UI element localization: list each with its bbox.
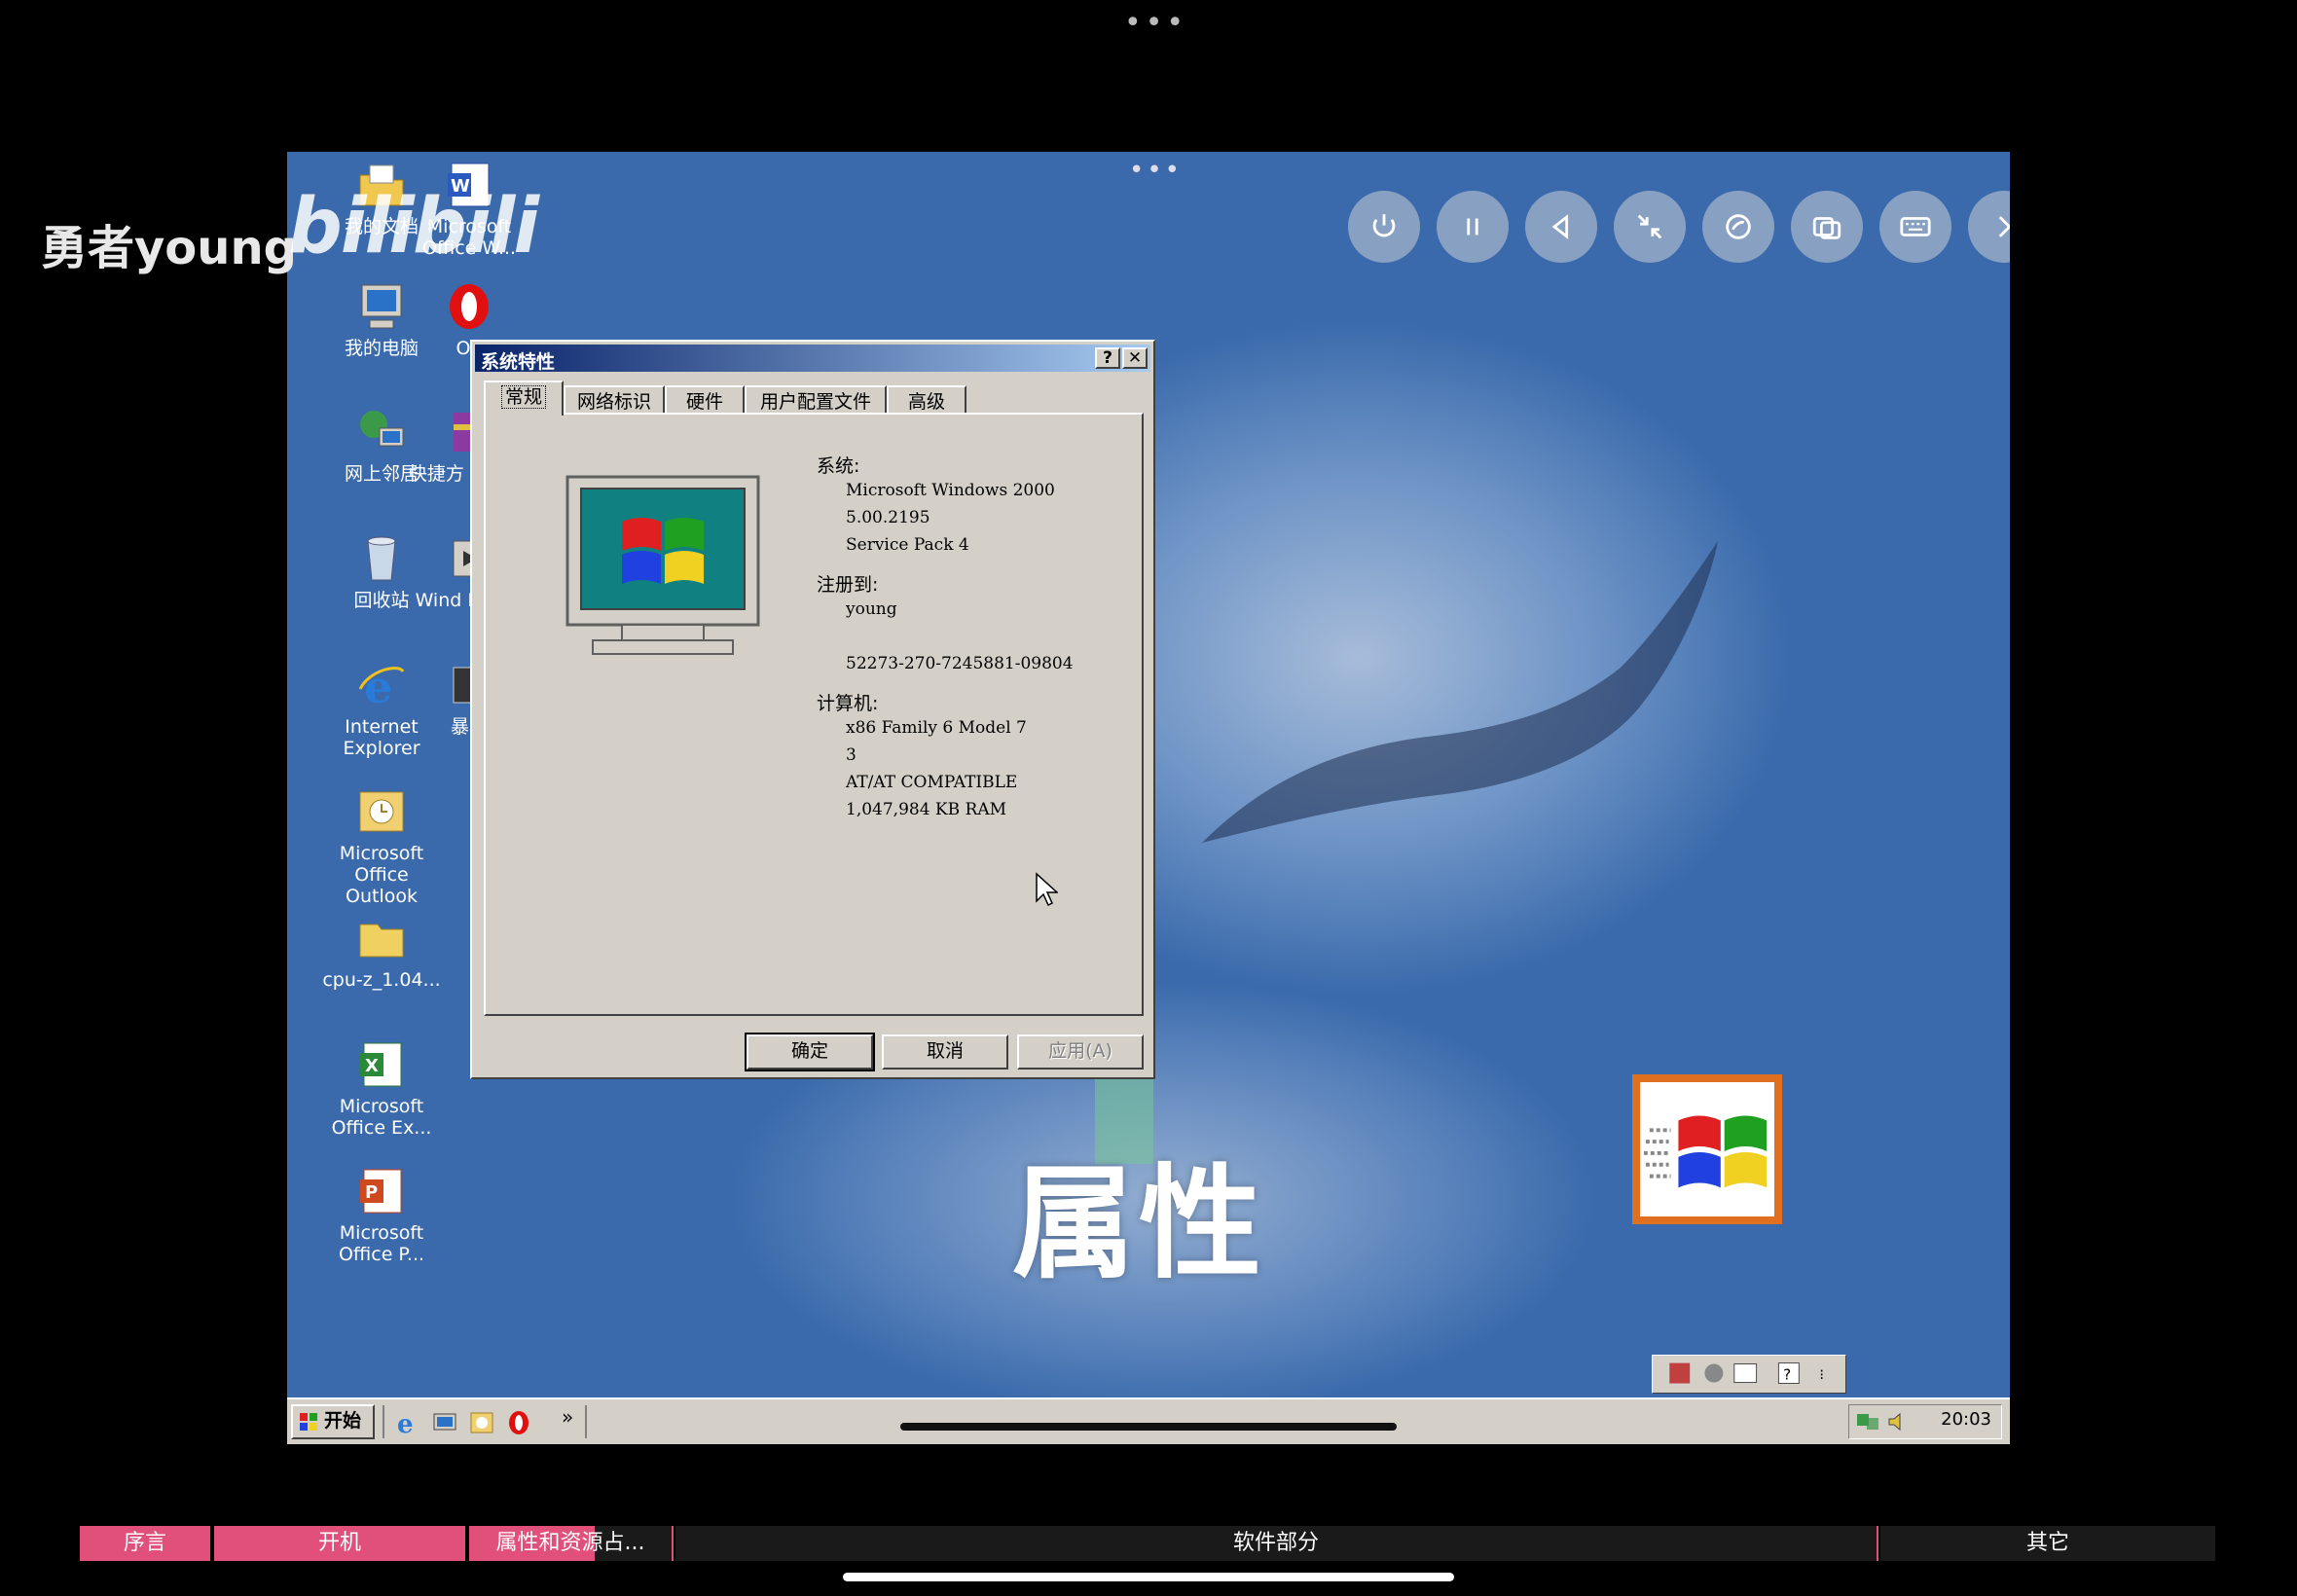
machine-type: AT/AT COMPATIBLE (846, 773, 1018, 792)
tab-general[interactable]: 常规 (484, 381, 564, 416)
minimize-icon (1637, 214, 1662, 239)
mouse-cursor-icon (1036, 872, 1058, 907)
chapter-properties[interactable]: 属性和资源占... (469, 1526, 674, 1561)
outlook-icon (356, 786, 407, 837)
system-tray: 20:03 (1848, 1404, 2002, 1439)
pause-icon (1467, 218, 1478, 236)
product-id: 52273-270-7245881-09804 (846, 654, 1074, 673)
tab-hardware[interactable]: 硬件 (665, 385, 745, 415)
vm-screen[interactable]: ••• 我的文档 我的电脑 网上邻居 回收站 e Internet Explor… (287, 152, 2010, 1444)
chapter-boot[interactable]: 开机 (214, 1526, 467, 1561)
taskbar: 开始 e » 20:03 (287, 1397, 2010, 1444)
next-button[interactable] (1968, 191, 2010, 263)
system-service-pack: Service Pack 4 (846, 535, 969, 555)
system-os: Microsoft Windows 2000 (846, 481, 1055, 500)
taskbar-divider (585, 1405, 587, 1438)
bilibili-logo: bilibili (288, 183, 539, 271)
quick-launch-more-button[interactable]: » (562, 1405, 573, 1429)
tab-user-profiles[interactable]: 用户配置文件 (745, 385, 887, 415)
ie-icon[interactable]: e (394, 1409, 421, 1436)
language-bar-icon: ? ⁝ (1669, 1362, 1824, 1384)
cancel-button[interactable]: 取消 (882, 1034, 1008, 1070)
wallpaper-diver (1202, 541, 1718, 843)
system-version: 5.00.2195 (846, 508, 930, 527)
memory-size: 1,047,984 KB RAM (846, 800, 1007, 819)
back-button[interactable] (1525, 191, 1597, 263)
tab-advanced[interactable]: 高级 (887, 385, 966, 415)
show-desktop-icon[interactable] (431, 1409, 458, 1436)
keyboard-button[interactable] (1879, 191, 1951, 263)
svg-text:X: X (365, 1056, 379, 1076)
registered-user: young (846, 599, 897, 619)
dialog-title: 系统特性 (481, 351, 556, 373)
keyboard-icon (1900, 217, 1931, 236)
help-button[interactable]: ? (1095, 347, 1120, 369)
disc-button[interactable] (1702, 191, 1774, 263)
desktop-icon-powerpoint[interactable]: P Microsoft Office P... (318, 1166, 445, 1265)
more-dots-icon[interactable]: ••• (1124, 9, 1187, 38)
outlook-icon[interactable] (468, 1409, 495, 1436)
computer-icon (356, 281, 407, 332)
chapter-other[interactable]: 其它 (1880, 1526, 2215, 1561)
ok-button[interactable]: 确定 (745, 1033, 875, 1071)
vm-menu-dots-icon[interactable]: ••• (1129, 156, 1183, 185)
opera-icon (444, 281, 494, 332)
folder-icon (356, 913, 407, 963)
chapter-intro[interactable]: 序言 (80, 1526, 212, 1561)
cpu-family: x86 Family 6 Model 7 (846, 718, 1027, 738)
powerpoint-icon: P (356, 1166, 407, 1216)
cpu-stepping: 3 (846, 745, 857, 765)
recycle-bin-icon (356, 533, 407, 584)
svg-text:⁝: ⁝ (1819, 1366, 1824, 1384)
chapter-software[interactable]: 软件部分 (675, 1526, 1878, 1561)
windows-flag-icon (300, 1413, 317, 1431)
desktop-icon-cpuz-folder[interactable]: cpu-z_1.04... (318, 913, 445, 991)
taskbar-divider (383, 1405, 384, 1438)
windows-logo-icon (1632, 1074, 1782, 1224)
apply-button[interactable]: 应用(A) (1017, 1034, 1144, 1070)
volume-icon[interactable] (1886, 1410, 1910, 1433)
disc-icon (1726, 214, 1751, 239)
minimize-button[interactable] (1614, 191, 1686, 263)
next-icon (1998, 216, 2010, 237)
video-caption: 属性 (1012, 1152, 1265, 1295)
desktop-icon-excel[interactable]: X Microsoft Office Ex... (318, 1039, 445, 1139)
home-indicator[interactable] (843, 1573, 1454, 1581)
uploader-watermark: 勇者young (41, 221, 297, 275)
opera-icon[interactable] (505, 1409, 532, 1436)
svg-text:?: ? (1783, 1366, 1791, 1384)
clock[interactable]: 20:03 (1941, 1409, 1991, 1430)
system-properties-dialog: 系统特性 ? ✕ 常规 网络标识 硬件 用户配置文件 高级 系统: Micros… (470, 340, 1155, 1079)
ie-icon: e (356, 660, 407, 713)
dialog-titlebar[interactable]: 系统特性 ? ✕ (475, 345, 1150, 373)
window-button[interactable] (1791, 191, 1863, 263)
windows-monitor-icon (565, 475, 760, 655)
close-button[interactable]: ✕ (1122, 347, 1148, 369)
system-label: 系统: (817, 455, 860, 477)
tab-network-id[interactable]: 网络标识 (564, 385, 665, 415)
network-icon (356, 407, 407, 457)
registered-label: 注册到: (817, 574, 879, 596)
vm-home-indicator[interactable] (900, 1423, 1397, 1431)
pause-button[interactable] (1437, 191, 1509, 263)
svg-text:e: e (397, 1410, 414, 1436)
start-button[interactable]: 开始 (291, 1404, 375, 1439)
back-icon (1551, 214, 1569, 239)
general-tab-panel: 系统: Microsoft Windows 2000 5.00.2195 Ser… (484, 413, 1144, 1016)
svg-text:P: P (365, 1182, 378, 1203)
computer-label: 计算机: (817, 693, 879, 714)
desktop-icon-outlook[interactable]: Microsoft Office Outlook (318, 786, 445, 907)
window-icon (1812, 217, 1841, 239)
network-tray-icon[interactable] (1855, 1410, 1882, 1433)
power-icon (1372, 214, 1396, 237)
language-bar[interactable]: ? ⁝ (1652, 1355, 1846, 1394)
excel-icon: X (356, 1039, 407, 1090)
power-button[interactable] (1348, 191, 1420, 263)
